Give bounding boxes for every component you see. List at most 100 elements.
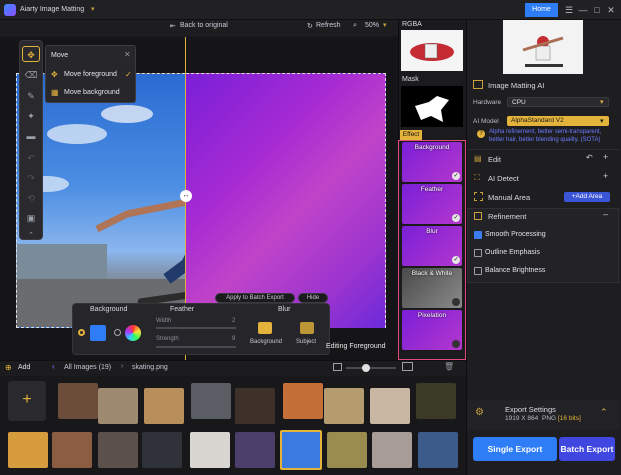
- collapse-toolbar-icon[interactable]: ⌃: [22, 228, 40, 244]
- gallery-thumbnail[interactable]: [235, 388, 275, 424]
- all-images-label[interactable]: All Images (19): [64, 364, 111, 371]
- outline-emphasis-checkbox[interactable]: [474, 249, 482, 257]
- blur-subject-icon[interactable]: [300, 322, 314, 334]
- feather-strength-slider[interactable]: [156, 346, 236, 348]
- effect-blur-thumbnail[interactable]: Blur ✓: [402, 226, 462, 266]
- collapse-refinement-icon[interactable]: –: [603, 209, 608, 219]
- gallery-thumbnail[interactable]: [8, 432, 48, 468]
- zoom-chevron-down-icon[interactable]: ▾: [383, 21, 387, 29]
- ai-detect-label[interactable]: AI Detect: [488, 174, 519, 183]
- gallery-thumbnail[interactable]: [58, 383, 98, 419]
- move-foreground-option[interactable]: Move foreground: [64, 71, 117, 78]
- gallery-thumbnail[interactable]: [416, 383, 456, 419]
- single-export-button[interactable]: Single Export: [473, 437, 557, 461]
- add-ai-detect-icon[interactable]: +: [603, 171, 608, 181]
- reset-icon[interactable]: ⟲: [22, 190, 40, 206]
- gallery-thumbnail[interactable]: [52, 432, 92, 468]
- balance-brightness-checkbox[interactable]: [474, 267, 482, 275]
- balance-brightness-label[interactable]: Balance Brightness: [485, 267, 545, 274]
- apply-to-batch-export-button[interactable]: Apply to Batch Export: [215, 293, 295, 303]
- thumbnail-size-slider-handle[interactable]: [362, 364, 370, 372]
- eraser-tool-icon[interactable]: ⌫: [22, 67, 40, 83]
- add-circle-icon[interactable]: ⊕: [5, 363, 12, 372]
- gallery-thumbnail[interactable]: [324, 388, 364, 424]
- undo-edit-icon[interactable]: ↶: [586, 153, 593, 162]
- image-size-large-icon[interactable]: [402, 362, 413, 371]
- effect-blur-check-icon: ✓: [452, 256, 460, 264]
- zoom-level[interactable]: 50%: [365, 22, 379, 29]
- back-chevron-left-icon[interactable]: ‹: [52, 362, 55, 371]
- gallery-thumbnail[interactable]: [235, 432, 275, 468]
- undo-icon[interactable]: ↶: [22, 150, 40, 166]
- effect-black-white-thumbnail[interactable]: Black & White: [402, 268, 462, 308]
- gallery-thumbnail[interactable]: [142, 432, 182, 468]
- app-menu-chevron-down-icon[interactable]: ▾: [91, 5, 95, 13]
- ai-model-select[interactable]: AlphaStandard V2: [507, 116, 609, 126]
- refresh-button[interactable]: Refresh: [316, 22, 341, 29]
- move-background-option[interactable]: Move background: [64, 89, 120, 96]
- zoom-search-icon[interactable]: ⌕: [353, 22, 357, 30]
- compare-split-handle-icon[interactable]: ↔: [180, 190, 192, 202]
- fit-screen-icon[interactable]: ▣: [22, 210, 40, 226]
- gallery-thumbnail[interactable]: [190, 432, 230, 468]
- back-to-original-button[interactable]: Back to original: [180, 22, 228, 29]
- feather-width-slider[interactable]: [156, 327, 236, 329]
- feather-section-label: Feather: [170, 306, 195, 313]
- hardware-select[interactable]: CPU: [507, 97, 609, 107]
- gallery-thumbnail[interactable]: [144, 388, 184, 424]
- background-image-swatch[interactable]: [90, 325, 106, 341]
- blur-subject-label[interactable]: Subject: [296, 339, 316, 345]
- brush-tool-icon[interactable]: ✎: [22, 88, 40, 104]
- smooth-processing-label[interactable]: Smooth Processing: [485, 231, 546, 238]
- popup-close-icon[interactable]: ✕: [124, 50, 131, 59]
- gallery-thumbnail[interactable]: [283, 383, 323, 419]
- batch-export-button[interactable]: Batch Export: [559, 437, 615, 461]
- refresh-icon[interactable]: ↻: [307, 22, 313, 30]
- effect-background-thumbnail[interactable]: Background ✓: [402, 142, 462, 182]
- add-edit-icon[interactable]: +: [603, 152, 608, 162]
- gallery-thumbnail[interactable]: [327, 432, 367, 468]
- back-to-original-icon[interactable]: ⇤: [170, 22, 176, 30]
- menu-icon[interactable]: ☰: [562, 3, 576, 17]
- background-custom-radio[interactable]: [114, 329, 121, 336]
- magic-brush-tool-icon[interactable]: ✦: [22, 108, 40, 124]
- paint-roller-tool-icon[interactable]: ▬: [22, 128, 40, 144]
- trash-icon[interactable]: 🗑: [444, 362, 454, 371]
- feather-strength-label: Strength: [156, 336, 179, 342]
- home-button[interactable]: Home: [525, 3, 558, 17]
- gallery-thumbnail[interactable]: [191, 383, 231, 419]
- rgba-preview-thumbnail[interactable]: [401, 30, 463, 71]
- expand-export-chevron-up-icon[interactable]: ⌃: [600, 407, 608, 418]
- outline-emphasis-label[interactable]: Outline Emphasis: [485, 249, 540, 256]
- mask-preview-thumbnail[interactable]: [401, 86, 463, 127]
- gallery-thumbnail[interactable]: [418, 432, 458, 468]
- effect-pixelation-thumbnail[interactable]: Pixelation: [402, 310, 462, 350]
- gallery-thumbnail-selected[interactable]: [280, 430, 322, 470]
- minimize-icon[interactable]: —: [576, 3, 590, 17]
- smooth-processing-checkbox[interactable]: [474, 231, 482, 239]
- redo-icon[interactable]: ↷: [22, 170, 40, 186]
- color-picker-icon[interactable]: [125, 325, 141, 341]
- hardware-chevron-down-icon: ▾: [600, 99, 604, 106]
- blur-background-label[interactable]: Background: [250, 339, 282, 345]
- add-area-button[interactable]: +Add Area: [564, 192, 610, 202]
- move-tool-icon[interactable]: ✥: [22, 46, 40, 62]
- add-images-button[interactable]: Add: [18, 364, 30, 371]
- refinement-label: Refinement: [488, 212, 527, 221]
- add-image-tile[interactable]: +: [8, 381, 46, 421]
- hide-button[interactable]: Hide: [298, 293, 328, 303]
- maximize-icon[interactable]: □: [590, 3, 604, 17]
- help-icon[interactable]: ?: [477, 130, 485, 138]
- edit-label[interactable]: Edit: [488, 155, 501, 164]
- gallery-thumbnail[interactable]: [98, 432, 138, 468]
- background-color-radio[interactable]: [78, 329, 85, 336]
- close-icon[interactable]: ✕: [604, 3, 618, 17]
- effect-feather-thumbnail[interactable]: Feather ✓: [402, 184, 462, 224]
- background-section-label: Background: [90, 306, 128, 313]
- gallery-thumbnail[interactable]: [98, 388, 138, 424]
- thumbnail-size-slider[interactable]: [346, 367, 396, 369]
- image-size-small-icon[interactable]: [333, 363, 342, 371]
- gallery-thumbnail[interactable]: [372, 432, 412, 468]
- blur-background-icon[interactable]: [258, 322, 272, 334]
- gallery-thumbnail[interactable]: [370, 388, 410, 424]
